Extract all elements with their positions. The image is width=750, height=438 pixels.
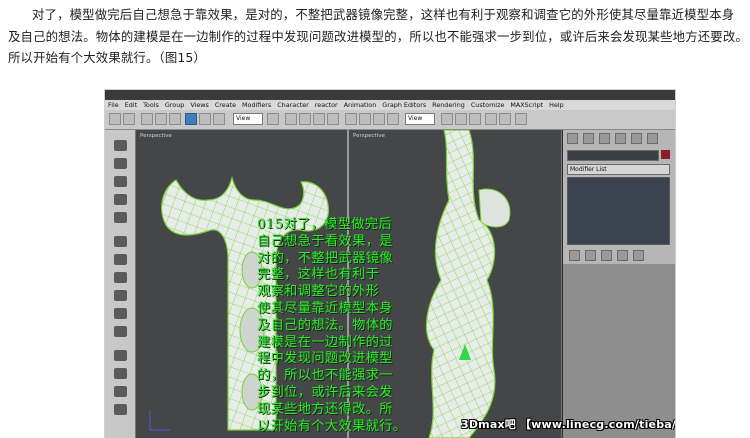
overlay-line: 完整，这样也有利于 — [257, 267, 380, 283]
shade-icon — [515, 113, 527, 125]
tool-icon — [114, 158, 127, 169]
object-name-field — [567, 150, 659, 161]
menu-modifiers: Modifiers — [242, 101, 272, 109]
percent-snap-icon — [313, 113, 325, 125]
menu-tools: Tools — [143, 101, 159, 109]
left-tool-strip — [105, 130, 136, 438]
paragraph-line-1: 对了，模型做完后自己想急于靠效果，是对的，不整把武器镜像完整，这样也有利于观察和… — [32, 7, 735, 22]
tool-icon — [114, 272, 127, 283]
tool-icon — [114, 236, 127, 247]
menu-views: Views — [190, 101, 209, 109]
tool-icon — [114, 326, 127, 337]
material-editor-icon — [441, 113, 453, 125]
tool-icon — [114, 290, 127, 301]
configure-sets-icon — [633, 250, 644, 261]
overlay-line: 自己想急于看效果，是 — [257, 233, 393, 249]
overlay-line: 现某些地方还得改。所 — [257, 401, 393, 417]
object-color-swatch — [661, 150, 670, 159]
hierarchy-tab-icon — [599, 133, 610, 144]
menu-create: Create — [214, 101, 237, 109]
menu-bar: File Edit Tools Group Views Create Modifiers Ch… — [105, 100, 675, 110]
viewport-label: Perspective — [140, 133, 172, 139]
menu-customize: Customize — [470, 101, 505, 109]
spinner-snap-icon — [327, 113, 339, 125]
pivot-icon — [267, 113, 279, 125]
pin-stack-icon — [569, 250, 580, 261]
angle-snap-icon — [299, 113, 311, 125]
paragraph-line-3: 所以开始有个大效果就行。（图15） — [8, 50, 206, 65]
menu-rendering: Rendering — [432, 101, 465, 109]
menu-character: Character — [277, 101, 309, 109]
overlay-line: 使其尽量靠近模型本身 — [257, 300, 393, 316]
title-strip — [105, 90, 675, 100]
show-end-result-icon — [585, 250, 596, 261]
modifier-stack — [567, 177, 670, 245]
display-tab-icon — [631, 133, 642, 144]
menu-maxscript: MAXScript — [510, 101, 544, 109]
menu-edit: Edit — [124, 101, 138, 109]
overlay-line: 对的，不整把武器镜像 — [257, 250, 393, 266]
rotate-icon — [199, 113, 211, 125]
render-icon — [469, 113, 481, 125]
modifier-list-dropdown: Modifier List — [567, 164, 670, 175]
modify-tab-icon — [583, 133, 594, 144]
menu-file: File — [108, 101, 119, 109]
overlay-line: 建模是在一边制作的过 — [257, 334, 393, 350]
embedded-3dsmax-screenshot: File Edit Tools Group Views Create Modifiers Ch… — [104, 89, 676, 438]
link-icon — [141, 113, 153, 125]
unlink-icon — [155, 113, 167, 125]
menu-animation: Animation — [343, 101, 377, 109]
select-icon — [169, 113, 181, 125]
tool-icon — [114, 140, 127, 151]
command-panel-rollouts — [563, 264, 675, 438]
remove-modifier-icon — [617, 250, 628, 261]
tool-icon — [114, 212, 127, 223]
watermark: 3Dmax吧 【www.linecg.com/tieba/1771】 — [461, 418, 676, 431]
overlay-line: 步到位，或许后来会发 — [257, 384, 393, 400]
motion-tab-icon — [615, 133, 626, 144]
mirror-icon — [345, 113, 357, 125]
render-setup-icon — [455, 113, 467, 125]
article-paragraph: 对了，模型做完后自己想急于靠效果，是对的，不整把武器镜像完整，这样也有利于观察和… — [8, 4, 746, 69]
align-icon — [359, 113, 371, 125]
tool-icon — [114, 350, 127, 361]
create-tab-icon — [567, 133, 578, 144]
tool-icon — [114, 176, 127, 187]
menu-graph-editors: Graph Editors — [382, 101, 427, 109]
make-unique-icon — [601, 250, 612, 261]
overlay-line: 的，所以也不能强求一 — [257, 368, 393, 384]
overlay-line: 观察和调整它的外形 — [257, 284, 380, 300]
quick-render-icon — [485, 113, 497, 125]
tool-icon — [114, 308, 127, 319]
move-icon — [185, 113, 197, 125]
viewport-label: Perspective — [353, 133, 385, 139]
redo-icon — [123, 113, 135, 125]
snap-icon — [285, 113, 297, 125]
undo-icon — [109, 113, 121, 125]
overlay-caption: 015对了，模型做完后 自己想急于看效果，是 对的，不整把武器镜像 完整，这样也… — [257, 217, 445, 435]
layer-icon — [373, 113, 385, 125]
teapot-icon — [499, 113, 511, 125]
command-panel-tabs — [567, 133, 669, 145]
view-dropdown: View — [405, 113, 435, 125]
utilities-tab-icon — [647, 133, 658, 144]
reference-coordinate-dropdown: View — [233, 113, 263, 125]
command-panel: Modifier List — [563, 130, 675, 438]
menu-reactor: reactor — [314, 101, 338, 109]
overlay-line: 程中发现问题改进模型 — [257, 351, 393, 367]
paragraph-line-2: 及自己的想法。物体的建模是在一边制作的过程中发现问题改进模型的，所以也不能强求一… — [8, 28, 746, 44]
tool-icon — [114, 404, 127, 415]
overlay-line: 015对了，模型做完后 — [257, 217, 393, 232]
tool-icon — [114, 368, 127, 379]
scale-icon — [213, 113, 225, 125]
overlay-line: 以开始有个大效果就行。 — [257, 418, 407, 434]
tool-icon — [114, 254, 127, 265]
overlay-line: 及自己的想法。物体的 — [257, 317, 393, 333]
tool-icon — [114, 386, 127, 397]
main-toolbar: View View — [105, 110, 675, 130]
curve-editor-icon — [387, 113, 399, 125]
menu-help: Help — [549, 101, 564, 109]
menu-group: Group — [164, 101, 185, 109]
tool-icon — [114, 194, 127, 205]
